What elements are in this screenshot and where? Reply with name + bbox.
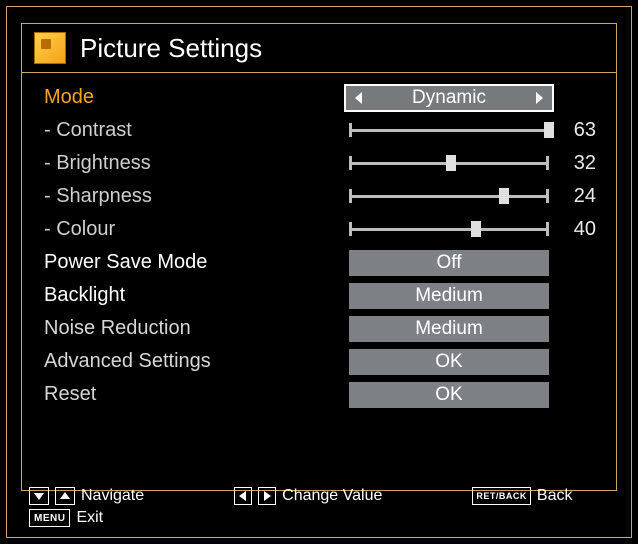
value-sharpness: 24 — [554, 185, 598, 208]
label-reset: Reset — [44, 383, 344, 406]
label-power-save: Power Save Mode — [44, 251, 344, 274]
slider-colour[interactable] — [349, 227, 549, 233]
value-noise-reduction[interactable]: Medium — [349, 316, 549, 342]
hint-navigate: Navigate — [29, 487, 144, 505]
label-noise-reduction: Noise Reduction — [44, 317, 344, 340]
label-contrast: - Contrast — [44, 119, 344, 142]
value-backlight[interactable]: Medium — [349, 283, 549, 309]
row-advanced-settings[interactable]: Advanced Settings OK — [44, 345, 600, 378]
label-backlight: Backlight — [44, 284, 344, 307]
hint-exit: MENU Exit — [29, 509, 103, 527]
value-power-save[interactable]: Off — [349, 250, 549, 276]
value-advanced-settings[interactable]: OK — [349, 349, 549, 375]
hint-change-label: Change Value — [282, 487, 382, 505]
mode-value: Dynamic — [372, 87, 526, 109]
mode-next-icon[interactable] — [526, 86, 552, 110]
picture-settings-icon — [34, 32, 66, 64]
key-up-icon — [55, 487, 75, 505]
footer-hints: Navigate Change Value RET/BACK Back MENU… — [29, 485, 609, 529]
key-right-icon — [258, 487, 276, 505]
key-menu: MENU — [29, 509, 70, 527]
settings-list: Mode Dynamic - Contrast — [22, 73, 616, 411]
window-frame: Picture Settings Mode Dynamic — [6, 6, 632, 538]
hint-back-label: Back — [537, 487, 573, 505]
row-sharpness[interactable]: - Sharpness 24 — [44, 180, 600, 213]
key-left-icon — [234, 487, 252, 505]
value-contrast: 63 — [554, 119, 598, 142]
label-sharpness: - Sharpness — [44, 185, 344, 208]
row-noise-reduction[interactable]: Noise Reduction Medium — [44, 312, 600, 345]
hint-back: RET/BACK Back — [472, 487, 572, 505]
label-advanced-settings: Advanced Settings — [44, 350, 344, 373]
mode-prev-icon[interactable] — [346, 86, 372, 110]
row-contrast[interactable]: - Contrast 63 — [44, 114, 600, 147]
value-reset[interactable]: OK — [349, 382, 549, 408]
panel-title: Picture Settings — [80, 33, 262, 64]
row-mode[interactable]: Mode Dynamic — [44, 81, 600, 114]
row-brightness[interactable]: - Brightness 32 — [44, 147, 600, 180]
slider-brightness[interactable] — [349, 161, 549, 167]
row-power-save[interactable]: Power Save Mode Off — [44, 246, 600, 279]
value-brightness: 32 — [554, 152, 598, 175]
key-retback: RET/BACK — [472, 487, 531, 505]
label-colour: - Colour — [44, 218, 344, 241]
settings-panel: Picture Settings Mode Dynamic — [21, 23, 617, 491]
slider-sharpness[interactable] — [349, 194, 549, 200]
slider-contrast[interactable] — [349, 128, 549, 134]
label-brightness: - Brightness — [44, 152, 344, 175]
panel-header: Picture Settings — [22, 24, 616, 73]
row-colour[interactable]: - Colour 40 — [44, 213, 600, 246]
label-mode: Mode — [44, 86, 344, 109]
hint-navigate-label: Navigate — [81, 487, 144, 505]
value-colour: 40 — [554, 218, 598, 241]
hint-exit-label: Exit — [76, 509, 103, 527]
mode-selector[interactable]: Dynamic — [344, 84, 554, 112]
hint-change-value: Change Value — [234, 487, 382, 505]
key-down-icon — [29, 487, 49, 505]
row-backlight[interactable]: Backlight Medium — [44, 279, 600, 312]
row-reset[interactable]: Reset OK — [44, 378, 600, 411]
